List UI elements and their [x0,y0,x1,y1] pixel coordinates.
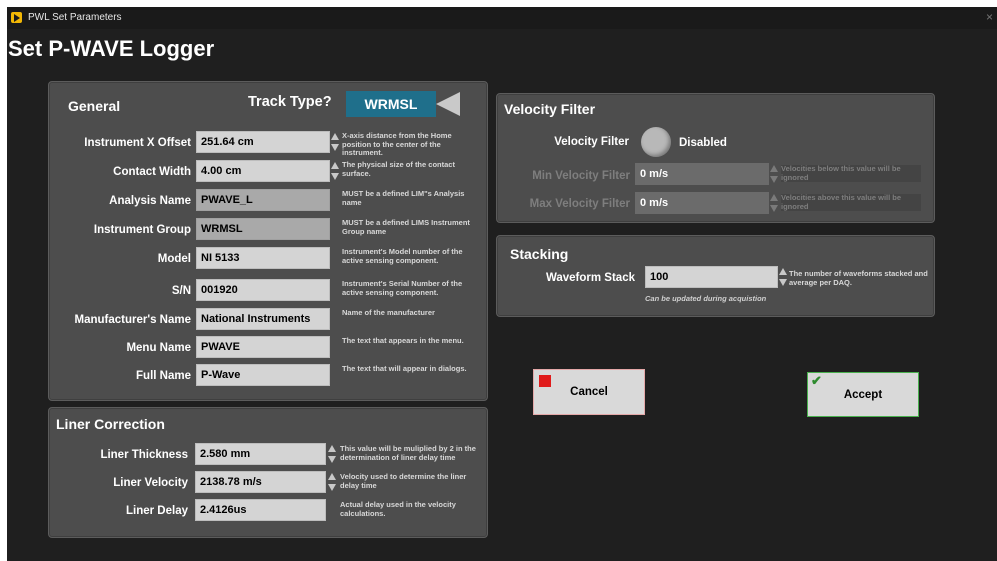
analysis-name-input[interactable]: PWAVE_L [196,189,330,211]
liner-delay-label: Liner Delay [126,505,188,517]
contact-width-input[interactable]: 4.00 cm [196,160,330,182]
liner-thickness-desc: This value will be muliplied by 2 in the… [340,444,476,462]
waveform-stack-input[interactable]: 100 [645,266,778,288]
waveform-stack-desc: The number of waveforms stacked and aver… [789,269,928,287]
instrument-x-offset-desc: X-axis distance from the Home position t… [342,131,452,157]
menu-name-desc: The text that appears in the menu. [342,336,464,345]
manufacturer-s-name-input[interactable]: National Instruments [196,308,330,330]
s-n-label: S/N [171,285,191,297]
model-desc: Instrument's Model number of the active … [342,247,463,265]
min-velocity-filter-label: Min Velocity Filter [532,170,630,182]
close-icon[interactable]: × [986,10,993,24]
max-velocity-desc: Velocities above this value will be igno… [781,193,921,211]
full-name-desc: The text that will appear in dialogs. [342,364,467,373]
waveform-stack-spinner[interactable] [779,266,787,288]
liner-velocity-desc: Velocity used to determine the liner del… [340,472,467,490]
contact-width-label: Contact Width [113,166,191,178]
model-input[interactable]: NI 5133 [196,247,330,269]
max-velocity-filter-label: Max Velocity Filter [529,198,630,210]
liner-velocity-input[interactable]: 2138.78 m/s [195,471,326,493]
instrument-group-input[interactable]: WRMSL [196,218,330,240]
max-velocity-spinner[interactable] [770,192,778,214]
cancel-button[interactable]: Cancel [533,369,645,415]
velocity-filter-toggle-label: Velocity Filter [554,136,629,148]
instrument-group-label: Instrument Group [93,224,191,236]
s-n-desc: Instrument's Serial Number of the active… [342,279,463,297]
full-name-input[interactable]: P-Wave [196,364,330,386]
instrument-x-offset-label: Instrument X Offset [84,137,191,149]
velocity-filter-state: Disabled [679,137,727,149]
max-velocity-filter-input[interactable]: 0 m/s [635,192,769,214]
manufacturer-s-name-label: Manufacturer's Name [74,314,192,326]
track-type-label: Track Type? [248,94,332,110]
min-velocity-desc: Velocities below this value will be igno… [781,164,921,182]
analysis-name-label: Analysis Name [109,195,191,207]
contact-width-desc: The physical size of the contact surface… [342,160,455,178]
waveform-stack-label: Waveform Stack [545,272,635,284]
window-title: PWL Set Parameters [28,12,122,23]
waveform-stack-note: Can be updated during acquistion [645,294,767,303]
liner-velocity-label: Liner Velocity [113,477,188,489]
liner-thickness-label: Liner Thickness [100,449,188,461]
liner-thickness-input[interactable]: 2.580 mm [195,443,326,465]
model-label: Model [157,253,191,265]
track-type-selector[interactable]: WRMSL [346,91,463,117]
liner-thickness-spinner[interactable] [328,443,336,465]
menu-name-label: Menu Name [126,342,191,354]
general-title: General [68,98,121,114]
app-icon [11,12,22,23]
page-title: Set P-WAVE Logger [8,36,215,61]
track-type-value[interactable]: WRMSL [346,91,436,117]
instrument-x-offset-spinner[interactable] [331,131,339,153]
analysis-name-desc: MUST be a defined LIM"s Analysis name [342,189,465,207]
instrument-group-desc: MUST be a defined LIMS Instrument Group … [342,218,470,236]
green-check-icon: ✔ [811,373,822,388]
s-n-input[interactable]: 001920 [196,279,330,301]
accept-button-label: Accept [843,389,883,401]
menu-name-input[interactable]: PWAVE [196,336,330,358]
liner-delay-input[interactable]: 2.4126us [195,499,326,521]
red-square-icon [539,375,551,387]
liner-delay-desc: Actual delay used in the velocity calcul… [340,500,456,518]
liner-velocity-spinner[interactable] [328,471,336,493]
velocity-filter-title: Velocity Filter [504,101,596,117]
accept-button[interactable]: ✔ Accept [807,372,919,417]
full-name-label: Full Name [136,370,191,382]
velocity-filter-toggle[interactable] [641,127,671,157]
stacking-title: Stacking [510,246,569,262]
min-velocity-filter-input[interactable]: 0 m/s [635,163,769,185]
manufacturer-s-name-desc: Name of the manufacturer [342,308,435,317]
instrument-x-offset-input[interactable]: 251.64 cm [196,131,330,153]
min-velocity-spinner[interactable] [770,163,778,185]
contact-width-spinner[interactable] [331,160,339,182]
cancel-button-label: Cancel [570,386,608,398]
liner-correction-title: Liner Correction [56,416,165,432]
title-bar: PWL Set Parameters × [7,7,997,29]
triangle-left-icon[interactable] [436,92,460,116]
